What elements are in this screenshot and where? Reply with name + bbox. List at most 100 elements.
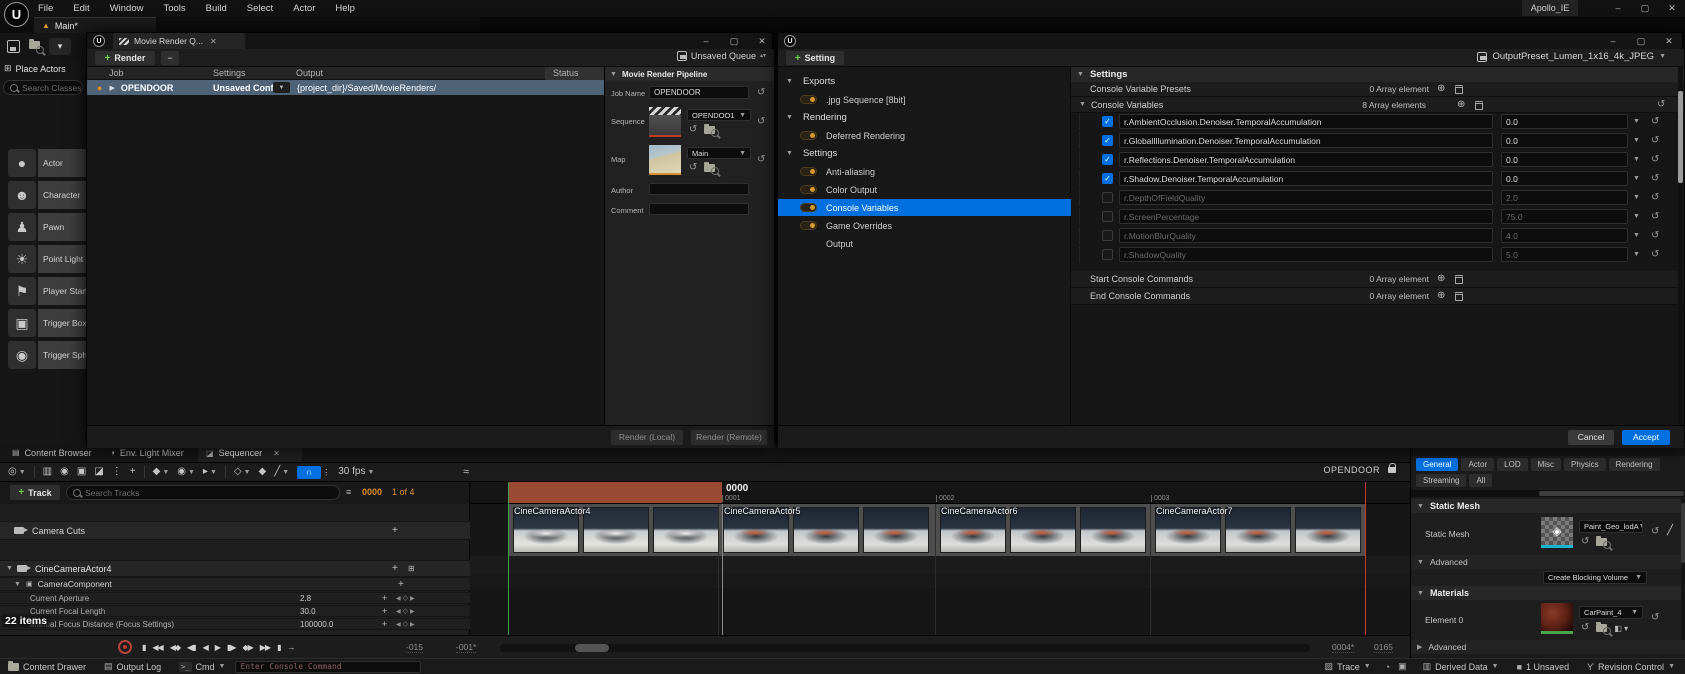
revision-control-button[interactable]: ϒ Revision Control ▼ bbox=[1587, 662, 1675, 672]
minimize-button[interactable]: – bbox=[1607, 0, 1629, 16]
variable-checkbox[interactable] bbox=[1102, 249, 1113, 260]
save-icon[interactable]: ▥ bbox=[43, 467, 52, 477]
track-current-aperture[interactable]: Current Aperture 2.8 + ◀◇▶ bbox=[0, 592, 470, 604]
playhead[interactable] bbox=[722, 504, 723, 635]
reset-icon[interactable]: ↺ bbox=[1657, 100, 1665, 110]
settings-dropdown-icon[interactable]: ▼ bbox=[273, 82, 290, 93]
settings-section-header[interactable]: ▼ Settings bbox=[1071, 67, 1684, 82]
property-value[interactable]: 30.0 bbox=[300, 607, 346, 616]
playback-end-marker[interactable] bbox=[1365, 482, 1366, 504]
timeline-scrollbar[interactable] bbox=[500, 644, 1310, 652]
remove-job-button[interactable]: − bbox=[161, 51, 179, 65]
paint-icon[interactable]: ╱ bbox=[1667, 525, 1673, 536]
sequence-dropdown[interactable]: OPENDOO1▼ bbox=[687, 109, 751, 121]
jump-to-start-button[interactable]: ◀◀ bbox=[152, 643, 162, 652]
add-setting-button[interactable]: + Setting bbox=[786, 51, 844, 65]
screenshot-icon[interactable]: ▣ bbox=[1398, 661, 1407, 672]
track-camera-component[interactable]: ▼ ▣ CameraComponent + bbox=[0, 577, 470, 591]
expand-icon[interactable]: ▼ bbox=[6, 565, 13, 572]
delete-elements-icon[interactable] bbox=[1455, 275, 1463, 284]
curve-editor-icon[interactable]: ≈ bbox=[463, 467, 469, 478]
details-tab-actor[interactable]: Actor bbox=[1461, 458, 1494, 471]
variable-value-input[interactable]: 5.0 bbox=[1501, 247, 1628, 262]
material-options-icon[interactable]: ◧ ▾ bbox=[1614, 624, 1628, 633]
reset-icon[interactable]: ↺ bbox=[757, 117, 765, 127]
job-name-input[interactable]: OPENDOOR bbox=[649, 86, 749, 99]
add-section-icon[interactable]: + bbox=[392, 525, 398, 536]
scrollbar-thumb[interactable] bbox=[1678, 91, 1683, 183]
render-local-button[interactable]: Render (Local) bbox=[611, 430, 683, 445]
tree-group-exports[interactable]: ▼ Exports bbox=[778, 73, 1071, 90]
preset-selector[interactable]: OutputPreset_Lumen_1x16_4k_JPEG ▼ bbox=[1477, 51, 1666, 62]
variable-value-input[interactable]: 0.0 bbox=[1501, 114, 1628, 129]
keyframe-nav[interactable]: ◀◇▶ bbox=[396, 620, 415, 628]
column-header-output[interactable]: Output bbox=[296, 67, 323, 80]
reset-icon[interactable]: ↺ bbox=[1651, 527, 1659, 537]
property-value[interactable]: 100000.0 bbox=[300, 620, 346, 629]
use-selected-icon[interactable]: ↺ bbox=[1581, 623, 1589, 633]
variable-value-input[interactable]: 75.0 bbox=[1501, 209, 1628, 224]
details-vscrollbar[interactable] bbox=[1681, 499, 1685, 640]
maximize-button[interactable]: ▢ bbox=[723, 33, 745, 49]
use-selected-icon[interactable]: ↺ bbox=[689, 125, 697, 135]
filter-icon[interactable]: ≡ bbox=[346, 487, 351, 497]
reset-icon[interactable]: ↺ bbox=[1651, 193, 1659, 203]
static-mesh-header[interactable]: ▼ Static Mesh bbox=[1411, 499, 1685, 513]
details-tab-all[interactable]: All bbox=[1469, 474, 1492, 487]
property-value[interactable]: 2.8 bbox=[300, 594, 346, 603]
step-to-next-key-button[interactable]: ◆▶ bbox=[242, 643, 252, 652]
reset-icon[interactable]: ↺ bbox=[1651, 136, 1659, 146]
add-track-icon[interactable]: + bbox=[392, 563, 398, 574]
static-mesh-thumbnail[interactable]: ◈ bbox=[1541, 517, 1573, 548]
place-actor-character[interactable]: ☻ Character bbox=[0, 180, 86, 210]
unlock-icon[interactable] bbox=[1388, 467, 1396, 473]
unsaved-button[interactable]: ■ 1 Unsaved bbox=[1517, 662, 1569, 672]
track-camera-cuts[interactable]: Camera Cuts + bbox=[0, 521, 470, 540]
playback-end-line[interactable] bbox=[1365, 504, 1366, 635]
menu-build[interactable]: Build bbox=[206, 3, 227, 14]
record-button[interactable] bbox=[118, 640, 132, 654]
add-element-icon[interactable]: ⊕ bbox=[1437, 291, 1445, 301]
snap-options-icon[interactable]: ⋮ bbox=[322, 468, 330, 477]
render-movie-icon[interactable]: ◪ bbox=[94, 467, 103, 477]
element-options-icon[interactable]: ▼ bbox=[1633, 213, 1640, 220]
tree-group-rendering[interactable]: ▼ Rendering bbox=[778, 109, 1071, 126]
element-options-icon[interactable]: ▼ bbox=[1633, 175, 1640, 182]
add-key-icon[interactable]: + bbox=[382, 619, 387, 629]
menu-file[interactable]: File bbox=[38, 3, 53, 14]
job-row[interactable]: ● ▶ OPENDOOR Unsaved Config* ▼ {project_… bbox=[87, 80, 604, 95]
advanced-header-2[interactable]: ▶ Advanced bbox=[1411, 640, 1685, 654]
step-forward-button[interactable]: ▮▶ bbox=[227, 643, 236, 652]
variable-name-input[interactable]: r.AmbientOcclusion.Denoiser.TemporalAccu… bbox=[1119, 114, 1493, 129]
delete-elements-icon[interactable] bbox=[1455, 292, 1463, 301]
expand-job-icon[interactable]: ▶ bbox=[109, 84, 114, 92]
keyframe-nav[interactable]: ◀◇▶ bbox=[396, 594, 415, 602]
maximize-button[interactable]: ▢ bbox=[1630, 33, 1652, 49]
author-input[interactable] bbox=[649, 183, 749, 195]
reset-icon[interactable]: ↺ bbox=[1651, 212, 1659, 222]
browse-to-asset-icon[interactable] bbox=[1596, 538, 1607, 546]
variable-name-input[interactable]: r.MotionBlurQuality bbox=[1119, 228, 1493, 243]
play-reverse-button[interactable]: ◀ bbox=[203, 643, 208, 652]
more-options-icon[interactable]: ⋮ bbox=[112, 467, 122, 477]
enable-toggle[interactable] bbox=[800, 185, 817, 194]
scrollbar-thumb[interactable] bbox=[575, 644, 609, 652]
playback-start-line[interactable] bbox=[508, 504, 509, 635]
details-tab-lod[interactable]: LOD bbox=[1497, 458, 1527, 471]
tree-item-output[interactable]: Output bbox=[778, 235, 1071, 252]
selection-range[interactable] bbox=[508, 482, 722, 503]
blocking-volume-dropdown[interactable]: Create Blocking Volume▼ bbox=[1543, 571, 1647, 584]
scrollbar-thumb[interactable] bbox=[1681, 503, 1685, 563]
playback-options-icon[interactable]: ◆▼ bbox=[153, 467, 170, 477]
fps-selector[interactable]: 30 fps▼ bbox=[338, 467, 374, 477]
close-button[interactable]: ✕ bbox=[1658, 33, 1680, 49]
cmd-selector[interactable]: >_ Cmd ▼ bbox=[179, 662, 225, 672]
place-actor-point-light[interactable]: ☀ Point Light bbox=[0, 244, 86, 274]
element-options-icon[interactable]: ▼ bbox=[1633, 156, 1640, 163]
browse-to-asset-icon[interactable] bbox=[704, 126, 715, 134]
reset-icon[interactable]: ↺ bbox=[1651, 117, 1659, 127]
variable-checkbox[interactable]: ✓ bbox=[1102, 173, 1113, 184]
jump-to-end-button[interactable]: ▶▶ bbox=[260, 643, 270, 652]
add-element-icon[interactable]: ⊕ bbox=[1437, 84, 1445, 94]
mark-out-button[interactable]: ▮ bbox=[277, 643, 280, 652]
